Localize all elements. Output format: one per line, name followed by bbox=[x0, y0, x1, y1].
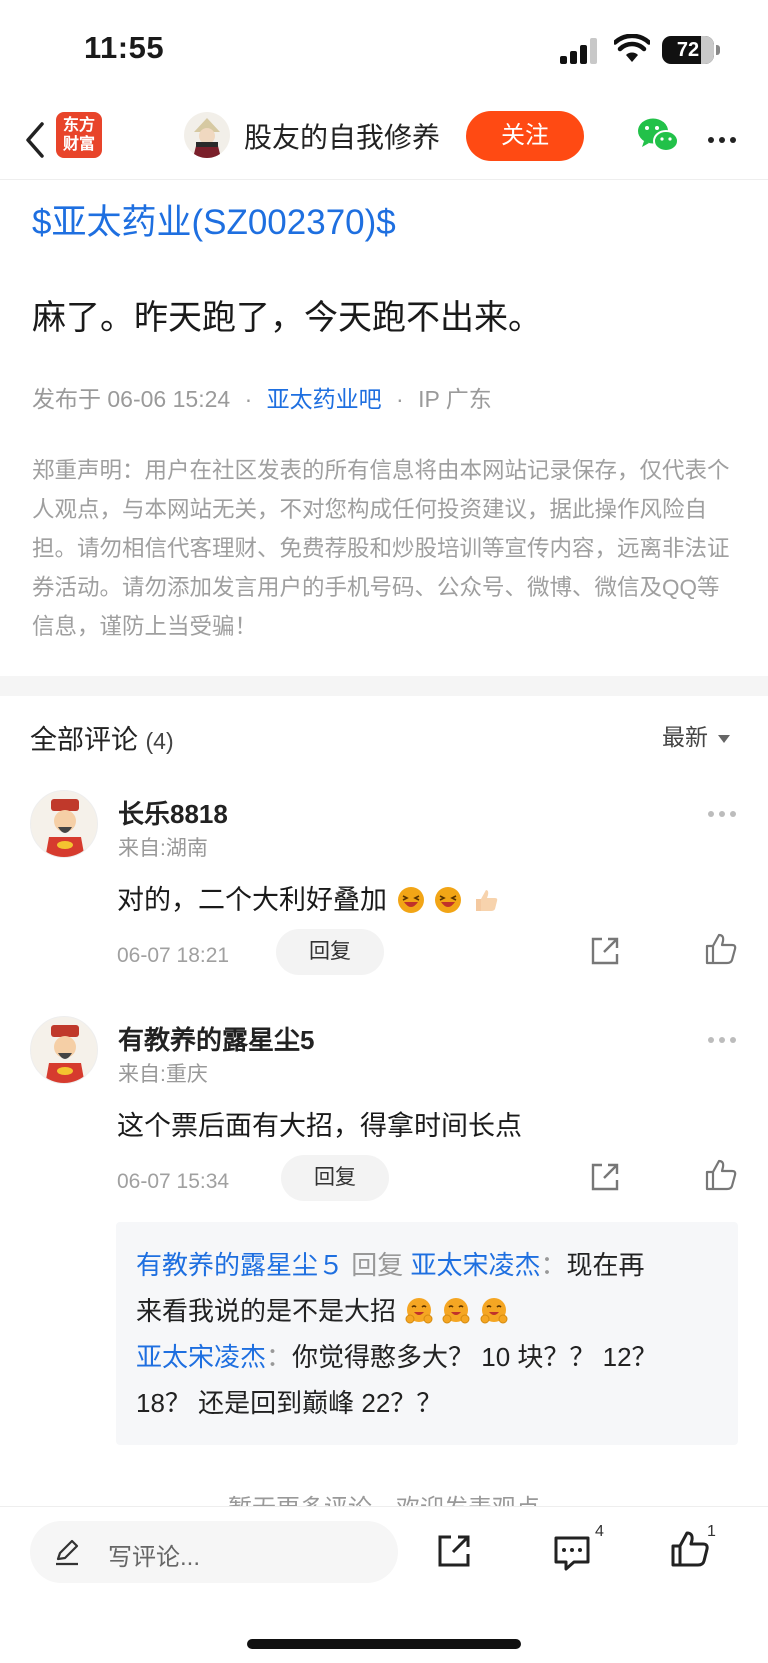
hug-emoji-icon bbox=[442, 1298, 470, 1324]
comment-bubble-icon[interactable] bbox=[552, 1533, 592, 1573]
status-bar: 11:55 72 bbox=[0, 0, 768, 100]
reply-word: 回复 bbox=[351, 1250, 404, 1280]
logo-text-line1: 东方 bbox=[62, 117, 95, 134]
comments-title: 全部评论 (4) bbox=[30, 718, 174, 757]
avatar[interactable] bbox=[30, 790, 98, 858]
share-icon[interactable] bbox=[588, 934, 622, 968]
pen-icon bbox=[56, 1539, 79, 1566]
comments-count: (4) bbox=[145, 728, 174, 754]
reply-item-cont: 来看我说的是不是大招 bbox=[136, 1288, 718, 1334]
author-name[interactable]: 股友的自我修养 bbox=[244, 116, 440, 156]
sort-dropdown[interactable]: 最新 bbox=[662, 718, 730, 752]
comment-count-badge: 4 bbox=[595, 1523, 604, 1540]
reply-colon: ： bbox=[540, 1250, 567, 1280]
thumbs-up-emoji-icon bbox=[475, 890, 497, 911]
reply-text-line1: 你觉得憨多大？ 10 块？？ 12？ bbox=[292, 1342, 658, 1372]
follow-button[interactable]: 关注 bbox=[466, 111, 584, 161]
status-time: 11:55 bbox=[84, 30, 165, 65]
comment-text: 这个票后面有大招，得拿时间长点 bbox=[117, 1111, 522, 1141]
reply-user[interactable]: 亚太宋凌杰 bbox=[136, 1342, 266, 1372]
commenter-name[interactable]: 有教养的露星尘5 bbox=[118, 1020, 314, 1057]
replies-box[interactable]: 有教养的露星尘５ 回复 亚太宋凌杰：现在再 来看我说的是不是大招 亚太宋凌杰：你… bbox=[116, 1222, 738, 1445]
commenter-location: 来自:湖南 bbox=[118, 837, 208, 860]
reply-text-line2: 18？ 还是回到巅峰 22？？ bbox=[136, 1388, 443, 1418]
commenter-location: 来自:重庆 bbox=[118, 1063, 208, 1086]
wifi-icon bbox=[614, 34, 650, 62]
no-more-comments: 暂无更多评论，欢迎发表观点 bbox=[0, 1488, 768, 1508]
meta-separator: · bbox=[244, 386, 253, 412]
commenter-name[interactable]: 长乐8818 bbox=[118, 794, 228, 831]
comment-text: 对的，二个大利好叠加 bbox=[117, 878, 500, 917]
ip-location: IP 广东 bbox=[418, 386, 492, 412]
back-arrow-icon[interactable] bbox=[16, 118, 56, 162]
laughing-emoji-icon bbox=[435, 887, 462, 913]
battery-icon: 72 bbox=[662, 36, 720, 64]
stock-link[interactable]: $亚太药业(SZ002370)$ bbox=[32, 194, 396, 245]
disclaimer: 郑重声明：用户在社区发表的所有信息将由本网站记录保存，仅代表个人观点，与本网站无… bbox=[32, 458, 730, 639]
author-avatar[interactable] bbox=[184, 112, 230, 158]
battery-level: 72 bbox=[676, 39, 700, 61]
more-icon[interactable] bbox=[708, 804, 741, 822]
more-options-icon[interactable] bbox=[708, 130, 748, 143]
bottom-bar: 写评论... 4 1 bbox=[0, 1506, 768, 1663]
section-divider bbox=[0, 676, 768, 696]
reply-target[interactable]: 亚太宋凌杰 bbox=[411, 1250, 541, 1280]
comments-title-text: 全部评论 bbox=[30, 725, 138, 755]
cellular-signal-icon bbox=[560, 38, 600, 64]
stock-bar-link[interactable]: 亚太药业吧 bbox=[267, 386, 382, 412]
reply-colon: ： bbox=[266, 1342, 293, 1372]
thumbs-up-icon[interactable] bbox=[670, 1529, 710, 1569]
wechat-icon[interactable] bbox=[636, 116, 680, 154]
post-text: 麻了。昨天跑了，今天跑不出来。 bbox=[32, 299, 542, 337]
comment-time: 06-07 15:34 bbox=[117, 1170, 230, 1193]
comment-item: 长乐8818 来自:湖南 对的，二个大利好叠加 06-07 18:21 回复 bbox=[0, 790, 768, 980]
chevron-down-icon bbox=[718, 734, 730, 743]
reply-text-line2: 来看我说的是不是大招 bbox=[136, 1296, 397, 1326]
reply-text-line1: 现在再 bbox=[566, 1250, 645, 1280]
laughing-emoji-icon bbox=[397, 887, 424, 913]
app-logo[interactable]: 东方 财富 bbox=[56, 112, 102, 158]
comment-placeholder: 写评论... bbox=[108, 1544, 201, 1571]
hug-emoji-icon bbox=[480, 1298, 508, 1324]
post-meta: 发布于 06-06 15:24 · 亚太药业吧 · IP 广东 bbox=[32, 380, 492, 414]
reply-button[interactable]: 回复 bbox=[276, 929, 384, 975]
share-icon[interactable] bbox=[588, 1160, 622, 1194]
reply-item: 有教养的露星尘５ 回复 亚太宋凌杰：现在再 bbox=[136, 1242, 718, 1288]
thumbs-up-icon[interactable] bbox=[704, 932, 738, 966]
more-icon[interactable] bbox=[708, 1030, 741, 1048]
thumbs-up-icon[interactable] bbox=[704, 1158, 738, 1192]
logo-text-line2: 财富 bbox=[62, 136, 95, 153]
publish-time: 发布于 06-06 15:24 bbox=[32, 386, 231, 412]
reply-user[interactable]: 有教养的露星尘５ bbox=[136, 1250, 344, 1280]
share-icon[interactable] bbox=[434, 1531, 474, 1571]
home-indicator bbox=[247, 1639, 521, 1649]
avatar[interactable] bbox=[30, 1016, 98, 1084]
sort-label: 最新 bbox=[662, 724, 708, 750]
reply-button[interactable]: 回复 bbox=[281, 1155, 389, 1201]
meta-separator: · bbox=[396, 386, 404, 412]
hug-emoji-icon bbox=[405, 1298, 433, 1324]
reply-item: 亚太宋凌杰：你觉得憨多大？ 10 块？？ 12？ bbox=[136, 1334, 718, 1380]
nav-bar: 东方 财富 股友的自我修养 关注 bbox=[0, 100, 768, 180]
comment-time: 06-07 18:21 bbox=[117, 944, 230, 967]
comment-text-content: 对的，二个大利好叠加 bbox=[117, 885, 387, 915]
comment-input[interactable]: 写评论... bbox=[30, 1521, 398, 1583]
like-count-badge: 1 bbox=[707, 1523, 716, 1540]
comment-item: 有教养的露星尘5 来自:重庆 这个票后面有大招，得拿时间长点 06-07 15:… bbox=[0, 1016, 768, 1206]
